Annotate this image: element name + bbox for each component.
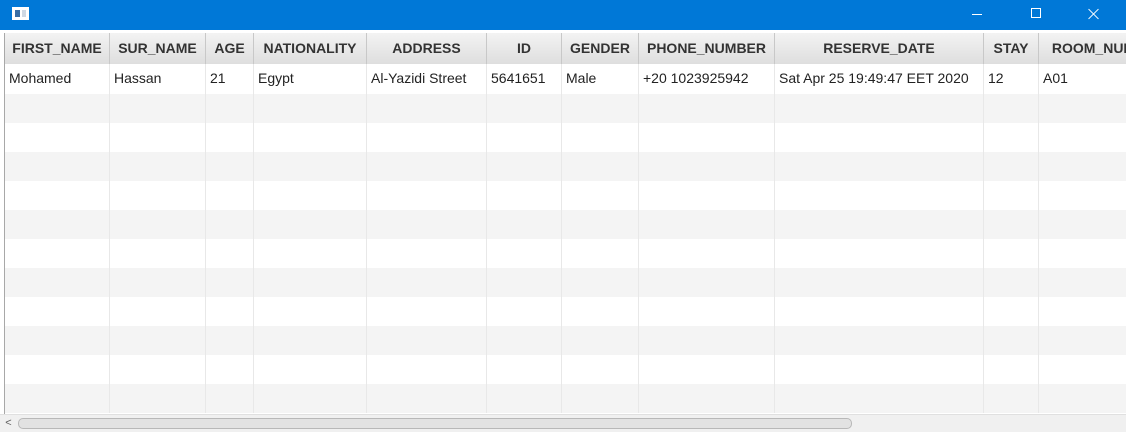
horizontal-scrollbar[interactable]: <: [0, 414, 1126, 432]
title-bar[interactable]: [0, 0, 1126, 30]
minimize-icon: [972, 14, 982, 15]
column-header-reserve-date[interactable]: RESERVE_DATE: [775, 33, 984, 64]
column-header-address[interactable]: ADDRESS: [367, 33, 487, 64]
column-header-first-name[interactable]: FIRST_NAME: [5, 33, 110, 64]
column-header-gender[interactable]: GENDER: [562, 33, 639, 64]
table-cell: A01: [1039, 64, 1126, 94]
table-row[interactable]: Mohamed Hassan 21 Egypt Al-Yazidi Street…: [5, 64, 1126, 94]
table-cell: Mohamed: [5, 64, 110, 94]
table-cell: 12: [984, 64, 1039, 94]
app-window-icon: [12, 7, 29, 20]
table-cell: Sat Apr 25 19:49:47 EET 2020: [775, 64, 984, 94]
table-row-empty: [5, 268, 1126, 297]
table-cell: 21: [206, 64, 254, 94]
table-row-empty: [5, 152, 1126, 181]
close-button[interactable]: [1071, 0, 1117, 30]
table-row-empty: [5, 181, 1126, 210]
minimize-button[interactable]: [954, 0, 1000, 30]
table-row-empty: [5, 384, 1126, 413]
column-header-sur-name[interactable]: SUR_NAME: [110, 33, 206, 64]
table-row-empty: [5, 94, 1126, 123]
table-row-empty: [5, 297, 1126, 326]
maximize-button[interactable]: [1013, 0, 1059, 30]
close-icon: [1088, 8, 1100, 20]
table-cell: Egypt: [254, 64, 367, 94]
table-header: FIRST_NAME SUR_NAME AGE NATIONALITY ADDR…: [5, 33, 1126, 65]
table-cell: 5641651: [487, 64, 562, 94]
column-header-phone-number[interactable]: PHONE_NUMBER: [639, 33, 775, 64]
table-cell: Al-Yazidi Street: [367, 64, 487, 94]
column-header-age[interactable]: AGE: [206, 33, 254, 64]
table-row-empty: [5, 355, 1126, 384]
table-row-empty: [5, 123, 1126, 152]
maximize-icon: [1031, 8, 1041, 18]
scrollbar-thumb[interactable]: [18, 418, 852, 429]
table-cell: +20 1023925942: [639, 64, 775, 94]
reservations-table[interactable]: FIRST_NAME SUR_NAME AGE NATIONALITY ADDR…: [4, 33, 1126, 414]
table-cell: Male: [562, 64, 639, 94]
table-row-empty: [5, 239, 1126, 268]
scroll-left-arrow-icon[interactable]: <: [0, 415, 17, 432]
table-row-empty: [5, 210, 1126, 239]
table-row-empty: [5, 326, 1126, 355]
table-body: Mohamed Hassan 21 Egypt Al-Yazidi Street…: [5, 64, 1126, 413]
column-header-stay[interactable]: STAY: [984, 33, 1039, 64]
column-header-id[interactable]: ID: [487, 33, 562, 64]
column-header-nationality[interactable]: NATIONALITY: [254, 33, 367, 64]
app-window: FIRST_NAME SUR_NAME AGE NATIONALITY ADDR…: [0, 0, 1126, 432]
column-header-room-num[interactable]: ROOM_NUM: [1039, 33, 1126, 64]
table-cell: Hassan: [110, 64, 206, 94]
